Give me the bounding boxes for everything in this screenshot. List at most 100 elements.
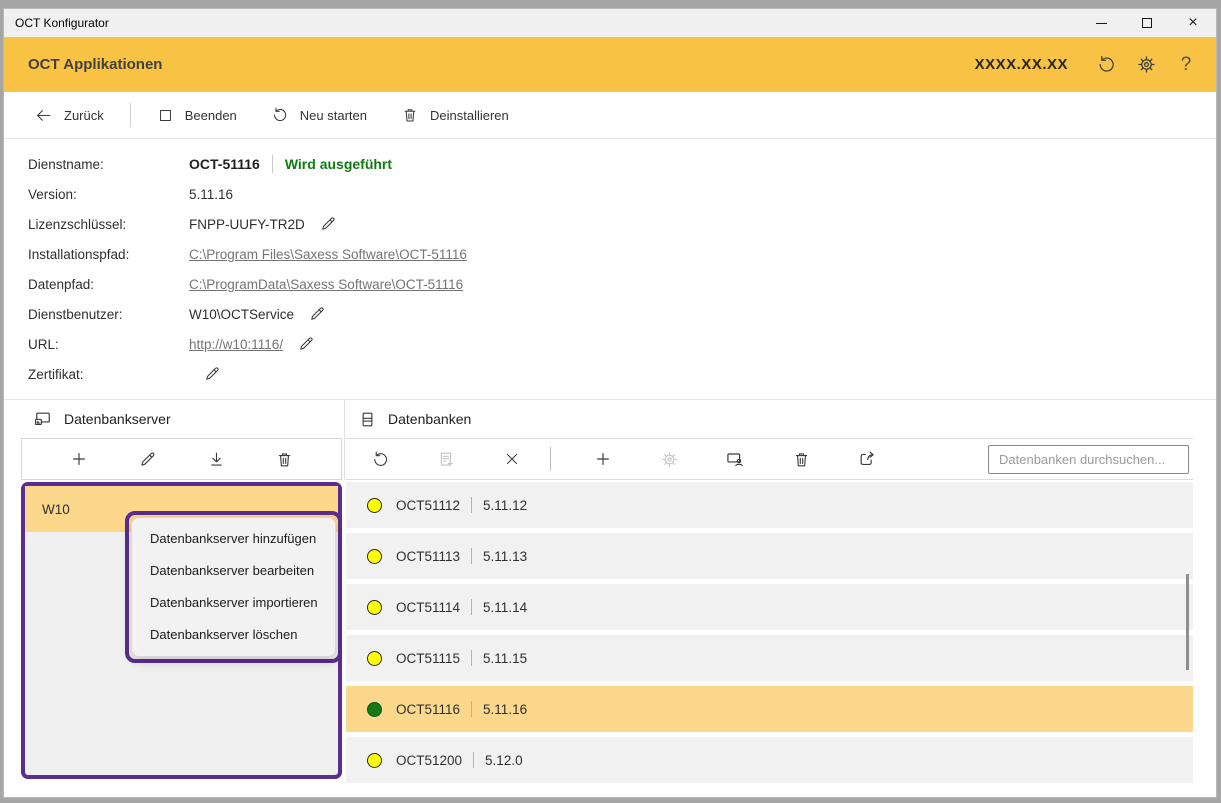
database-panel: Datenbanken [346,400,1193,788]
database-row-oct51114[interactable]: OCT51114 5.11.14 [346,584,1193,630]
stop-service-button[interactable]: Beenden [157,107,237,124]
detail-row-certificate: Zertifikat: [28,359,1216,389]
database-settings-button-disabled [657,448,681,471]
detail-row-install-path: Installationspfad: C:\Program Files\Saxe… [28,239,1216,269]
pencil-icon [203,365,221,383]
database-row-oct51113[interactable]: OCT51113 5.11.13 [346,533,1193,579]
detail-row-version: Version: 5.11.16 [28,179,1216,209]
install-path-link[interactable]: C:\Program Files\Saxess Software\OCT-511… [189,247,467,262]
database-search-input[interactable] [988,445,1189,474]
restart-service-button[interactable]: Neu starten [271,106,367,124]
data-path-link[interactable]: C:\ProgramData\Saxess Software\OCT-51116 [189,277,463,292]
version-label: Version: [28,187,189,202]
stop-label: Beenden [185,108,237,123]
server-monitor-icon [33,409,53,429]
cancel-button[interactable] [500,448,524,470]
add-icon [69,449,89,469]
help-button[interactable]: ? [1170,49,1202,81]
close-button[interactable]: × [1170,9,1216,37]
scrollbar-thumb[interactable] [1186,574,1189,670]
refresh-databases-button[interactable] [368,448,392,471]
database-version: 5.11.14 [483,600,527,615]
status-badge: Wird ausgeführt [285,156,392,172]
help-icon: ? [1181,54,1192,76]
maximize-icon [1142,18,1152,28]
data-path-label: Datenpfad: [28,277,189,292]
app-header: OCT Applikationen XXXX.XX.XX ? [4,37,1216,92]
server-name: W10 [42,502,70,517]
toolbar-separator [550,447,551,471]
page-title: OCT Applikationen [28,56,975,73]
pencil-icon [297,335,315,353]
window-title: OCT Konfigurator [4,16,1078,30]
share-database-button[interactable] [855,447,879,471]
database-version: 5.12.0 [485,753,523,768]
delete-server-button[interactable] [273,448,296,471]
back-arrow-icon [34,106,53,125]
server-context-menu: Datenbankserver hinzufügen Datenbankserv… [131,517,336,657]
edit-certificate-button[interactable] [203,365,221,383]
name-version-separator [471,701,472,717]
menu-item-delete-server[interactable]: Datenbankserver löschen [132,619,335,651]
pencil-icon [308,305,326,323]
back-button[interactable]: Zurück [34,106,104,125]
database-name: OCT51115 [396,651,460,666]
uninstall-label: Deinstallieren [430,108,509,123]
restart-label: Neu starten [300,108,367,123]
url-label: URL: [28,337,189,352]
detail-row-dienstname: Dienstname: OCT-51116 Wird ausgeführt [28,149,1216,179]
license-value: FNPP-UUFY-TR2D [189,217,305,232]
maximize-button[interactable] [1124,9,1170,37]
server-panel: Datenbankserver W10 [21,400,342,779]
edit-server-button[interactable] [136,448,159,471]
menu-item-add-server[interactable]: Datenbankserver hinzufügen [132,523,335,555]
minimize-button[interactable] [1078,9,1124,37]
refresh-button[interactable] [1090,49,1122,81]
name-version-separator [471,650,472,666]
server-list-annotation-box: W10 Datenbankserver hinzufügen Datenbank… [21,482,342,779]
database-name: OCT51116 [396,702,460,717]
panels-section: Datenbankserver W10 [4,399,1216,797]
menu-item-import-server[interactable]: Datenbankserver importieren [132,587,335,619]
app-header-actions: XXXX.XX.XX ? [975,49,1202,81]
trash-icon [792,450,811,469]
import-icon [207,450,226,469]
uninstall-button[interactable]: Deinstallieren [401,106,509,124]
minimize-icon [1096,23,1107,24]
delete-database-button[interactable] [789,448,813,471]
add-icon [593,449,613,469]
server-panel-header: Datenbankserver [21,400,342,438]
refresh-icon [1096,54,1117,75]
database-row-oct51115[interactable]: OCT51115 5.11.15 [346,635,1193,681]
detail-row-license: Lizenzschlüssel: FNPP-UUFY-TR2D [28,209,1216,239]
add-database-button[interactable] [591,447,615,471]
import-server-button[interactable] [205,448,228,471]
url-link[interactable]: http://w10:1116/ [189,337,283,352]
settings-button[interactable] [1130,49,1162,81]
add-server-button[interactable] [67,447,91,471]
database-version: 5.11.13 [483,549,527,564]
certificate-label: Zertifikat: [28,367,189,382]
share-icon [857,449,877,469]
edit-url-button[interactable] [297,335,315,353]
database-row-oct51200[interactable]: OCT51200 5.12.0 [346,737,1193,783]
close-x-icon [503,450,521,468]
database-list: OCT51112 5.11.12 OCT51113 5.11.13 OCT511… [346,482,1193,783]
name-version-separator [473,752,474,768]
edit-service-user-button[interactable] [308,305,326,323]
database-row-oct51112[interactable]: OCT51112 5.11.12 [346,482,1193,528]
close-icon: × [1188,15,1197,31]
dienstname-label: Dienstname: [28,157,189,172]
edit-license-button[interactable] [319,215,337,233]
gear-icon [660,450,679,469]
menu-item-edit-server[interactable]: Datenbankserver bearbeiten [132,555,335,587]
status-dot [367,600,382,615]
database-version: 5.11.16 [483,702,527,717]
database-row-oct51116-selected[interactable]: OCT51116 5.11.16 [346,686,1193,732]
pencil-icon [319,215,337,233]
refresh-icon [371,450,390,469]
assign-user-button[interactable] [723,447,747,471]
install-path-label: Installationspfad: [28,247,189,262]
stop-square-icon [157,107,174,124]
detail-row-url: URL: http://w10:1116/ [28,329,1216,359]
